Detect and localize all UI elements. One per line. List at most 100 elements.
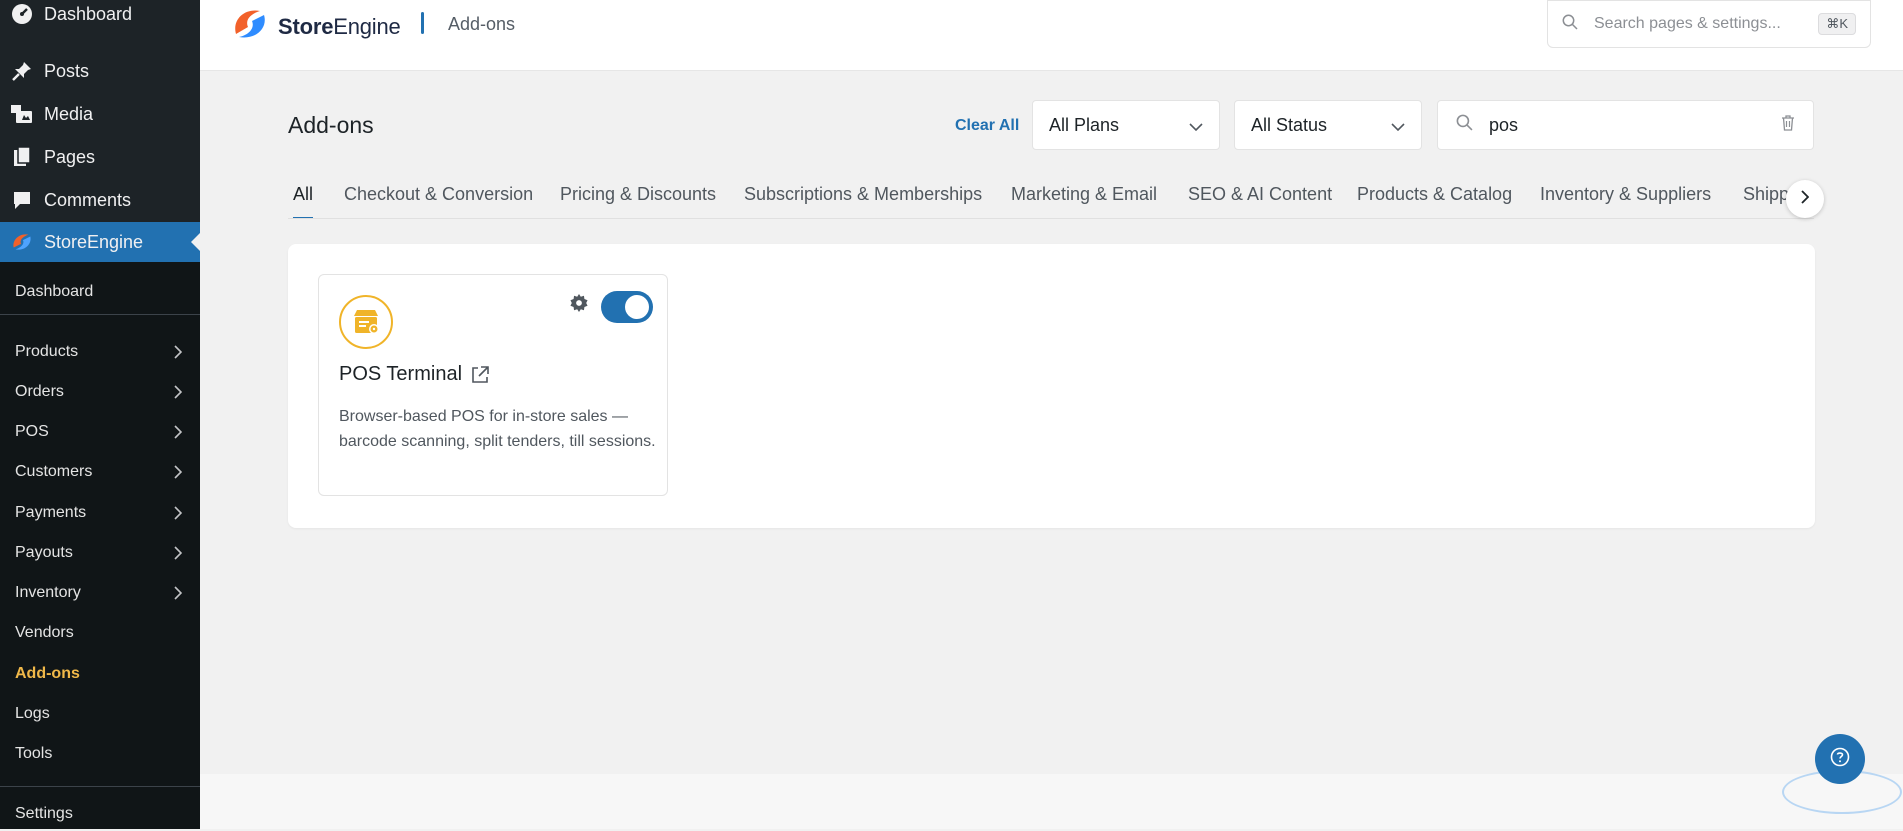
admin-sidebar: Dashboard Posts Media Pages Comments Sto… — [0, 0, 200, 829]
search-icon — [1562, 14, 1578, 35]
chevron-right-icon — [1801, 189, 1810, 209]
submenu-payouts[interactable]: Payouts — [0, 536, 200, 570]
menu-label: Posts — [44, 60, 90, 81]
pages-icon — [10, 145, 34, 169]
addon-search-input[interactable]: pos — [1489, 115, 1781, 136]
addons-panel: POS Terminal Browser-based POS for in-st… — [288, 244, 1815, 528]
submenu-vendors[interactable]: Vendors — [0, 616, 200, 650]
menu-media[interactable]: Media — [0, 94, 200, 134]
global-search[interactable]: Search pages & settings... ⌘K — [1547, 0, 1871, 48]
brand-name-bold: Store — [278, 13, 334, 39]
help-icon — [1830, 747, 1850, 772]
tab-pricing-discounts[interactable]: Pricing & Discounts — [560, 184, 716, 217]
menu-label: StoreEngine — [44, 231, 144, 252]
tab-seo-ai-content[interactable]: SEO & AI Content — [1188, 184, 1332, 217]
divider — [0, 786, 200, 787]
breadcrumb: Add-ons — [448, 14, 516, 34]
menu-dashboard[interactable]: Dashboard — [0, 0, 200, 34]
tab-inventory-suppliers[interactable]: Inventory & Suppliers — [1540, 184, 1711, 217]
global-search-input[interactable]: Search pages & settings... — [1594, 15, 1818, 33]
submenu-dashboard[interactable]: Dashboard — [0, 275, 200, 309]
trash-icon[interactable] — [1781, 114, 1795, 136]
submenu-products[interactable]: Products — [0, 335, 200, 369]
submenu-customers[interactable]: Customers — [0, 455, 200, 489]
tab-subscriptions-memberships[interactable]: Subscriptions & Memberships — [744, 184, 982, 217]
external-link-icon[interactable] — [470, 365, 490, 385]
status-filter-select[interactable]: All Status — [1234, 100, 1422, 150]
brand[interactable]: StoreEngine — [230, 6, 401, 47]
submenu-orders[interactable]: Orders — [0, 375, 200, 409]
submenu-pos[interactable]: POS — [0, 415, 200, 449]
menu-label: Dashboard — [44, 3, 133, 24]
submenu-label: Payments — [15, 504, 87, 521]
addon-description: Browser-based POS for in-store sales — b… — [339, 408, 656, 450]
pin-icon — [10, 59, 34, 83]
top-bar: StoreEngine Add-ons Search pages & setti… — [200, 0, 1903, 71]
chevron-right-icon — [174, 465, 182, 479]
submenu-addons[interactable]: Add-ons — [0, 657, 200, 691]
addon-search[interactable]: pos — [1437, 100, 1814, 150]
submenu-label: Payouts — [15, 544, 73, 561]
chevron-right-icon — [174, 586, 182, 600]
media-icon — [10, 102, 34, 126]
submenu-label: Logs — [15, 705, 50, 722]
submenu-label: Add-ons — [15, 665, 80, 682]
tab-shipping[interactable]: Shipp — [1743, 184, 1789, 217]
submenu-label: Inventory — [15, 584, 81, 601]
submenu-payments[interactable]: Payments — [0, 496, 200, 530]
addon-enable-toggle[interactable] — [601, 291, 653, 323]
tab-products-catalog[interactable]: Products & Catalog — [1357, 184, 1512, 217]
gear-icon[interactable] — [570, 294, 588, 317]
menu-posts[interactable]: Posts — [0, 51, 200, 91]
menu-comments[interactable]: Comments — [0, 180, 200, 220]
chevron-down-icon — [1391, 115, 1405, 136]
storeengine-logo-icon — [230, 6, 270, 47]
plan-filter-select[interactable]: All Plans — [1032, 100, 1220, 150]
submenu-label: Dashboard — [15, 283, 94, 300]
search-icon — [1456, 114, 1473, 136]
chevron-right-icon — [174, 345, 182, 359]
menu-storeengine[interactable]: StoreEngine — [0, 222, 200, 262]
chevron-right-icon — [174, 506, 182, 520]
comment-icon — [10, 188, 34, 212]
clear-all-button[interactable]: Clear All — [955, 117, 1019, 135]
chevron-right-icon — [174, 546, 182, 560]
tab-checkout-conversion[interactable]: Checkout & Conversion — [344, 184, 533, 217]
addon-title: POS Terminal — [339, 363, 490, 386]
submenu-label: Products — [15, 343, 79, 360]
tab-marketing-email[interactable]: Marketing & Email — [1011, 184, 1157, 217]
chevron-right-icon — [174, 425, 182, 439]
plan-filter-value: All Plans — [1049, 114, 1120, 135]
brand-name: StoreEngine — [278, 14, 401, 40]
submenu-label: Vendors — [15, 624, 74, 641]
submenu-settings[interactable]: Settings — [0, 797, 200, 831]
tabs-scroll-right-button[interactable] — [1786, 180, 1824, 218]
tab-all[interactable]: All — [293, 184, 314, 218]
toggle-knob — [625, 295, 649, 319]
brand-name-light: Engine — [333, 13, 401, 39]
submenu-inventory[interactable]: Inventory — [0, 576, 200, 610]
submenu-tools[interactable]: Tools — [0, 737, 200, 771]
status-filter-value: All Status — [1251, 114, 1328, 135]
submenu-logs[interactable]: Logs — [0, 697, 200, 731]
shortcut-badge: ⌘K — [1818, 13, 1856, 35]
submenu-label: Settings — [15, 805, 73, 822]
addon-card[interactable]: POS Terminal Browser-based POS for in-st… — [318, 274, 668, 496]
dashboard-icon — [10, 2, 34, 26]
chevron-down-icon — [1189, 115, 1203, 136]
menu-label: Media — [44, 103, 94, 124]
help-button[interactable] — [1815, 734, 1865, 784]
pos-store-icon — [339, 295, 393, 349]
submenu-label: POS — [15, 423, 49, 440]
submenu-label: Customers — [15, 463, 93, 480]
breadcrumb-separator — [421, 12, 424, 34]
divider — [0, 314, 200, 315]
storeengine-submenu: Dashboard Products Orders POS Customers … — [0, 262, 200, 829]
submenu-label: Tools — [15, 745, 53, 762]
submenu-label: Orders — [15, 383, 64, 400]
page-title: Add-ons — [288, 112, 374, 138]
menu-pages[interactable]: Pages — [0, 137, 200, 177]
chevron-right-icon — [174, 385, 182, 399]
addon-title-text: POS Terminal — [339, 363, 463, 385]
menu-label: Pages — [44, 146, 96, 167]
